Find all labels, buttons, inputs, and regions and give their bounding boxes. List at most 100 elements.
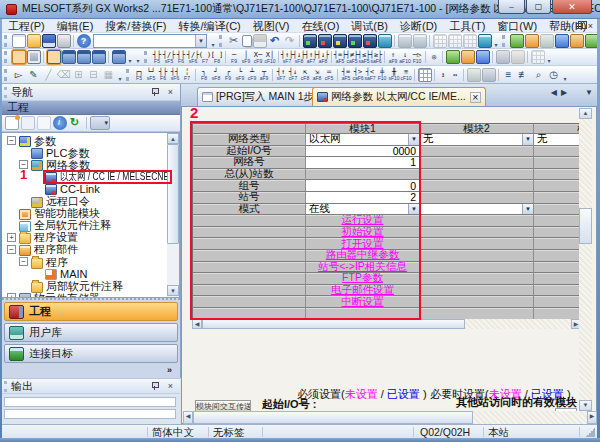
device-display-icon[interactable] [467, 68, 481, 82]
ladder-F8-icon[interactable]: [ ]F8 [211, 49, 223, 65]
panel-button-project[interactable]: 工程 [4, 302, 178, 321]
display-lines-icon[interactable] [585, 34, 598, 48]
mdi-minimize-button[interactable]: ‒ [566, 21, 571, 31]
ladder-sF9-icon[interactable]: └sF9 [234, 67, 246, 83]
interlock-icon[interactable]: ✎ [27, 68, 41, 82]
help-icon[interactable]: ? [77, 34, 91, 48]
redo-icon[interactable]: ↷ [283, 34, 297, 48]
pin-icon[interactable] [148, 380, 161, 392]
tab-prg-write-main[interactable]: [PRG]写入 MAIN 1步 [197, 87, 319, 106]
monitor-start-icon[interactable] [348, 34, 362, 48]
ladder-aF8-icon[interactable]: ┤↓├aF8 [317, 49, 329, 65]
toolbar-overflow-icon[interactable]: ▾ [561, 68, 569, 82]
scroll-up-icon[interactable]: ▲ [579, 108, 592, 119]
scale-icon[interactable]: ⌕ [532, 68, 546, 82]
ladder-aF10-icon[interactable]: ⇓aF10 [399, 49, 411, 65]
tab-network-parameter[interactable]: 网络参数 以太网/CC IE/ME...× [312, 87, 486, 106]
scroll-up-icon[interactable]: ▲ [167, 133, 179, 144]
copy-icon[interactable] [21, 116, 35, 130]
setting-link[interactable]: 中断设置 [306, 296, 419, 308]
window-cascade-icon[interactable] [92, 50, 106, 64]
ladder-tool-icon[interactable]: ↕ [437, 67, 449, 83]
write-to-plc-icon[interactable] [303, 34, 317, 48]
ladder-sF5-icon[interactable]: ┤/├sF5 [163, 49, 175, 65]
window-tile-v-icon[interactable] [77, 50, 91, 64]
ladder-saF5-icon[interactable]: ┤≤├saF5 [358, 49, 370, 65]
check-program-icon[interactable] [448, 34, 462, 48]
tab-scroll-left-icon[interactable]: ◀ [551, 88, 557, 97]
cell-dropdown[interactable]: 在线▼ [306, 204, 420, 216]
verify-with-plc-icon[interactable] [333, 34, 347, 48]
scroll-left-icon[interactable]: ◀ [192, 319, 202, 329]
expand-icon[interactable]: + [7, 233, 16, 242]
delete-row-icon[interactable]: ⊟ [87, 68, 101, 82]
cell-dropdown[interactable]: 无▼ [420, 134, 534, 146]
close-icon[interactable]: × [164, 380, 177, 392]
print-icon[interactable] [57, 34, 71, 48]
vertical-scrollbar[interactable]: ▲ ▼ [579, 108, 592, 411]
ladder-saF7-icon[interactable]: ┤<saF7 [364, 67, 376, 83]
zoom-out-icon[interactable]: ≢ [517, 68, 531, 82]
tab-menu-icon[interactable]: ▼ [585, 88, 593, 97]
cell-dropdown[interactable]: 无▼ [534, 134, 579, 146]
ladder-saF6-icon[interactable]: ┤≥├saF6 [370, 49, 382, 65]
monitor-write-icon[interactable] [511, 50, 525, 64]
statement-display-icon[interactable] [555, 34, 569, 48]
ladder-F9-icon[interactable]: ─F9 [228, 49, 240, 65]
ladder-F5-icon[interactable]: ┤├F5 [151, 49, 163, 65]
build-icon[interactable] [463, 34, 477, 48]
dock-grip[interactable] [4, 381, 8, 392]
setting-link[interactable]: 运行设置 [306, 215, 419, 227]
window-tile-h-icon[interactable] [62, 50, 76, 64]
minimize-button[interactable]: ‒ [498, 0, 525, 14]
ladder-F7-icon[interactable]: ( )F7 [199, 49, 211, 65]
select-mode-icon[interactable]: ▻ [12, 68, 26, 82]
toolbar-overflow-icon[interactable]: ▾ [134, 50, 142, 64]
menu-tools[interactable]: 工具(T) [443, 19, 491, 33]
scroll-thumb[interactable] [193, 411, 473, 424]
ladder-sF10-icon[interactable]: ╫sF10 [388, 67, 400, 83]
setting-link[interactable]: 站号<->IP相关信息 [306, 262, 419, 274]
menu-online[interactable]: 在线(O) [295, 19, 345, 33]
menu-compile[interactable]: 转换/编译(C) [172, 19, 246, 33]
ladder-symbol-combo[interactable]: ▼ [93, 34, 207, 48]
scroll-right-icon[interactable]: ▶ [571, 319, 579, 329]
setting-link[interactable]: 打开设置 [306, 238, 419, 250]
save-project-icon[interactable] [42, 34, 56, 48]
cell-input[interactable]: 0000 [306, 146, 420, 158]
tree-item-cc-link[interactable]: CC-Link [2, 183, 178, 195]
ladder-F10-icon[interactable]: ─▷F10 [411, 49, 423, 65]
ladder-aF8-icon[interactable]: ⇲aF8 [311, 67, 323, 83]
note-display-icon[interactable] [570, 34, 584, 48]
paste-icon[interactable] [253, 34, 267, 48]
ladder-caF5-icon[interactable]: ┤≠├caF5 [346, 49, 358, 65]
setting-link[interactable]: 路由器中继参数 [306, 250, 419, 262]
setting-link[interactable]: 初始设置 [306, 227, 419, 239]
inline-st-icon[interactable] [446, 50, 460, 64]
device-list-icon[interactable] [525, 34, 539, 48]
ladder-F10-icon[interactable]: ╪F10 [376, 67, 388, 83]
ladder-cF10-icon[interactable]: X│cF10 [264, 49, 276, 65]
panel-button-connection-destination[interactable]: 连接目标 [4, 344, 178, 363]
ladder-cF7-icon[interactable]: ┤↓cF7 [287, 67, 299, 83]
ladder-aF5-icon[interactable]: ┤=aF5 [340, 67, 352, 83]
cell-input[interactable]: 1 [306, 157, 420, 169]
sheet-horizontal-scrollbar[interactable]: ◀ ▶ [183, 411, 597, 424]
monitor-mode-icon[interactable] [496, 50, 510, 64]
ladder-aF9-icon[interactable]: ┬aF9 [258, 67, 270, 83]
mdi-close-button[interactable]: × [588, 21, 593, 31]
comment-edit-icon[interactable] [418, 68, 432, 82]
monitor-stop-icon[interactable] [363, 34, 377, 48]
scroll-thumb[interactable] [579, 208, 592, 244]
ladder-cF8-icon[interactable]: ⇱cF8 [299, 67, 311, 83]
menu-window[interactable]: 窗口(W) [491, 19, 543, 33]
scroll-thumb[interactable] [202, 319, 465, 329]
tree-item-plc-parameter[interactable]: PLC参数 [2, 147, 178, 159]
window-normal-icon[interactable] [47, 50, 61, 64]
undo-icon[interactable]: ↶ [268, 34, 282, 48]
menu-project[interactable]: 工程(P) [2, 19, 51, 33]
toolbar-overflow-icon[interactable]: ▾ [545, 50, 553, 64]
toolbar-overflow-icon[interactable]: ▾ [116, 68, 124, 82]
tree-item-global-device-comment[interactable]: 全局软元件注释 [2, 220, 178, 232]
table-horizontal-scrollbar[interactable]: ◀ ▶ [192, 319, 579, 329]
